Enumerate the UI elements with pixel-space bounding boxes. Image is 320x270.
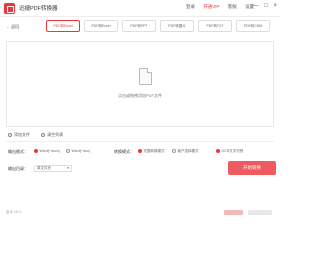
format-option-doc[interactable]: Word(*.doc) [66,149,91,154]
format-option-docx[interactable]: Word(*.docx) [34,149,60,154]
status-badge-red [224,210,243,215]
back-label: 返回 [11,24,20,29]
minimize-icon[interactable]: — [253,3,259,9]
tab-pdf-to-image[interactable]: PDF转图片 [160,20,194,32]
back-button[interactable]: ← 返回 [6,24,19,30]
radio-checked-icon [34,149,38,154]
add-file-button[interactable]: 添加文件 [8,132,30,137]
app-title: 迅捷PDF转换器 [19,6,58,12]
tab-pdf-to-chm[interactable]: PDF转CHM [236,20,270,32]
mode-option-full-label: 完整转换模式 [143,149,165,153]
radio-checked-icon [138,149,142,154]
format-option-docx-label: Word(*.docx) [39,149,60,153]
window-controls: — □ × [249,3,277,9]
chevron-down-icon: ▾ [67,166,69,170]
login-link[interactable]: 登录 [186,4,195,9]
version-text: 版本 V8.0 [6,210,22,214]
mode-option-full[interactable]: 完整转换模式 [138,149,165,154]
conversion-tabs: PDF转Excel PDF转Excel PDF转PPT PDF转图片 PDF转T… [46,20,274,34]
mode-option-custom-label: 客户选择模式 [177,149,199,153]
clear-list-button[interactable]: 清空列表 [41,132,63,137]
clear-list-label: 清空列表 [47,132,64,137]
tab-pdf-to-excel[interactable]: PDF转Excel [46,20,80,32]
tab-pdf-to-excel-2[interactable]: PDF转Excel [84,20,118,32]
file-drop-zone[interactable]: 点击或拖拽添加PDF文件 [6,41,274,127]
maximize-icon[interactable]: □ [264,3,268,9]
output-dir-select[interactable]: 原文件夹 ▾ [34,165,72,172]
tab-pdf-to-ppt[interactable]: PDF转PPT [122,20,156,32]
file-icon [139,68,152,85]
close-icon[interactable]: × [273,3,277,9]
output-dir-label: 输出目录： [8,166,28,171]
output-format-label: 输出格式： [8,149,28,154]
mode-option-ocr[interactable]: OCR文字识别 [216,149,243,154]
mode-option-ocr-label: OCR文字识别 [221,149,244,153]
conversion-settings: 输出格式： Word(*.docx) Word(*.doc) 转换模式： 完整转… [6,141,276,181]
output-dir-value: 原文件夹 [37,166,51,170]
file-actions: 添加文件 清空列表 [8,132,73,138]
radio-icon [172,149,176,154]
drop-hint: 点击或拖拽添加PDF文件 [118,93,162,98]
tab-pdf-to-txt[interactable]: PDF转TXT [198,20,232,32]
plus-circle-icon [8,132,12,137]
start-convert-button[interactable]: 开始转换 [228,161,276,175]
support-link[interactable]: 客服 [228,4,237,9]
status-bar: 版本 V8.0 [0,205,280,219]
status-badge-grey [248,210,272,215]
mode-option-custom[interactable]: 客户选择模式 [172,149,199,154]
radio-icon [66,149,70,154]
format-option-doc-label: Word(*.doc) [71,149,91,153]
vip-link[interactable]: 开通VIP [203,4,219,9]
arrow-left-icon: ← [6,24,10,29]
radio-checked-icon [216,149,220,154]
convert-mode-label: 转换模式： [114,149,134,154]
trash-icon [41,132,46,137]
app-logo-icon [4,3,15,14]
title-bar: 迅捷PDF转换器 登录 开通VIP 客服 设置 — □ × [0,0,280,17]
add-file-label: 添加文件 [14,132,30,137]
